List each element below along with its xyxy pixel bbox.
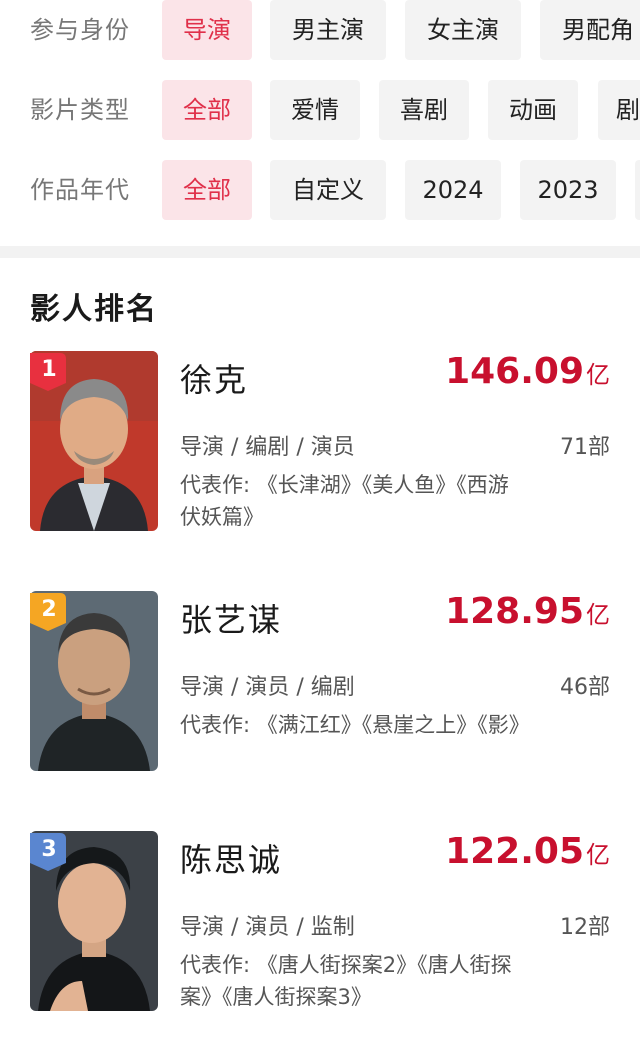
rank-number: 3 xyxy=(41,837,57,862)
person-roles: 导演 / 编剧 / 演员 xyxy=(180,435,355,460)
box-office-value: 146.09 xyxy=(445,351,584,392)
person-name[interactable]: 陈思诚 xyxy=(180,835,282,881)
person-roles: 导演 / 演员 / 监制 xyxy=(180,915,355,940)
filter-row-era: 作品年代 全部 自定义 2024 2023 xyxy=(0,160,640,220)
rank-badge: 3 xyxy=(30,833,68,871)
box-office-value: 128.95 xyxy=(445,591,584,632)
person-name[interactable]: 徐克 xyxy=(180,355,248,401)
box-office-total: 146.09亿 xyxy=(445,351,610,392)
chip-year-2023[interactable]: 2023 xyxy=(520,160,616,220)
filter-label: 参与身份 xyxy=(30,16,130,44)
chip-more-years[interactable] xyxy=(635,160,640,220)
rank-badge: 1 xyxy=(30,353,68,391)
chip-all-years[interactable]: 全部 xyxy=(162,160,252,220)
rank-badge: 2 xyxy=(30,593,68,631)
chip-supporting-actor[interactable]: 男配角 xyxy=(540,0,640,60)
film-count: 12部 xyxy=(560,915,610,940)
box-office-value: 122.05 xyxy=(445,831,584,872)
film-count: 71部 xyxy=(560,435,610,460)
person-roles: 导演 / 演员 / 编剧 xyxy=(180,675,355,700)
person-card[interactable]: 1 徐克 146.09亿 导演 / 编剧 / 演员 71部 代表作: 《长津湖》… xyxy=(0,351,640,551)
box-office-total: 122.05亿 xyxy=(445,831,610,872)
box-office-unit: 亿 xyxy=(586,601,610,629)
box-office-total: 128.95亿 xyxy=(445,591,610,632)
rank-number: 1 xyxy=(41,357,57,382)
chip-animation[interactable]: 动画 xyxy=(488,80,578,140)
representative-works: 代表作: 《满江红》《悬崖之上》《影》 xyxy=(180,713,530,737)
section-title: 影人排名 xyxy=(30,292,158,327)
chip-director[interactable]: 导演 xyxy=(162,0,252,60)
person-card[interactable]: 2 张艺谋 128.95亿 导演 / 演员 / 编剧 46部 代表作: 《满江红… xyxy=(0,591,640,791)
filter-row-role: 参与身份 导演 男主演 女主演 男配角 xyxy=(0,0,640,60)
chip-custom[interactable]: 自定义 xyxy=(270,160,386,220)
chip-romance[interactable]: 爱情 xyxy=(270,80,360,140)
chip-all-genres[interactable]: 全部 xyxy=(162,80,252,140)
filter-label: 作品年代 xyxy=(30,176,130,204)
section-divider xyxy=(0,246,640,258)
chip-drama[interactable]: 剧 xyxy=(598,80,640,140)
chip-year-2024[interactable]: 2024 xyxy=(405,160,501,220)
film-count: 46部 xyxy=(560,675,610,700)
box-office-unit: 亿 xyxy=(586,361,610,389)
representative-works: 代表作: 《长津湖》《美人鱼》《西游伏妖篇》 xyxy=(180,473,509,529)
chip-lead-actor[interactable]: 男主演 xyxy=(270,0,386,60)
chip-lead-actress[interactable]: 女主演 xyxy=(405,0,521,60)
filter-row-genre: 影片类型 全部 爱情 喜剧 动画 剧 xyxy=(0,80,640,140)
filter-label: 影片类型 xyxy=(30,96,130,124)
person-name[interactable]: 张艺谋 xyxy=(180,595,282,641)
rank-number: 2 xyxy=(41,597,57,622)
box-office-unit: 亿 xyxy=(586,841,610,869)
person-card[interactable]: 3 陈思诚 122.05亿 导演 / 演员 / 监制 12部 代表作: 《唐人街… xyxy=(0,831,640,1031)
representative-works: 代表作: 《唐人街探案2》《唐人街探案》《唐人街探案3》 xyxy=(180,953,512,1009)
chip-comedy[interactable]: 喜剧 xyxy=(379,80,469,140)
